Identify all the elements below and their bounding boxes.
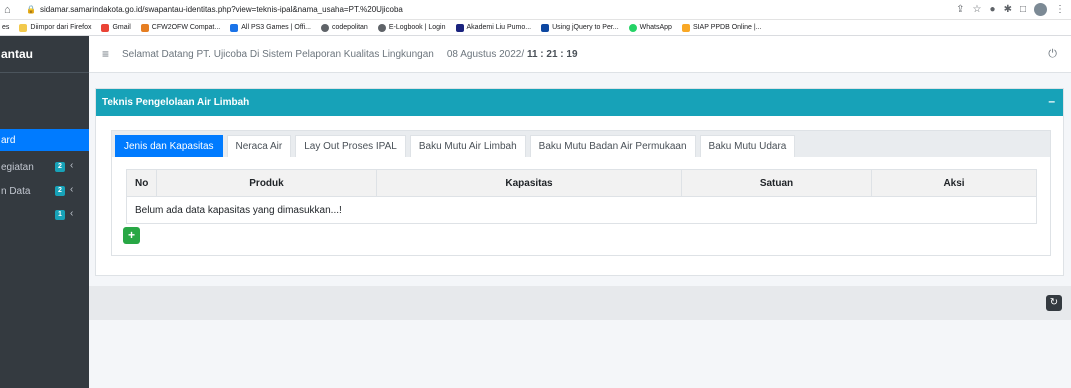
count-badge: 2 (55, 162, 65, 172)
sidebar-item-kegiatan[interactable]: egiatan 2 ‹ (0, 155, 89, 179)
column-header: Aksi (871, 169, 1037, 197)
window-icon[interactable]: □ (1020, 4, 1026, 15)
tab-neraca-air[interactable]: Neraca Air (226, 135, 292, 157)
tab-baku-mutu-air-limbah[interactable]: Baku Mutu Air Limbah (409, 135, 526, 157)
kapasitas-table: No Produk Kapasitas Satuan Aksi Belum ad… (126, 169, 1037, 224)
bookmark-item[interactable]: All PS3 Games | Offi... (230, 23, 311, 32)
tab-panel: Jenis dan Kapasitas Neraca Air Lay Out P… (111, 130, 1051, 256)
refresh-button[interactable]: ↻ (1046, 295, 1062, 311)
footer-band: ↻ (89, 286, 1071, 320)
sidebar-item-dashboard[interactable]: ard (0, 129, 89, 151)
count-badge: 1 (55, 210, 65, 220)
table-header-row: No Produk Kapasitas Satuan Aksi (126, 169, 1037, 197)
bookmark-icon (681, 23, 690, 32)
card-header: Teknis Pengelolaan Air Limbah – (96, 89, 1063, 116)
user-panel (0, 73, 89, 125)
power-icon[interactable]: ⏻ (1048, 48, 1057, 61)
card-title: Teknis Pengelolaan Air Limbah (102, 97, 250, 108)
browser-toolbar: ⌂ 🔒 sidamar.samarindakota.go.id/swapanta… (0, 0, 1071, 20)
menu-icon[interactable]: ⋮ (1055, 4, 1065, 15)
bookmark-item[interactable]: E-Logbook | Login (377, 23, 446, 32)
bookmark-item[interactable]: Using jQuery to Per... (541, 23, 619, 32)
column-header: Produk (156, 169, 377, 197)
bookmarks-bar: es Diimpor dari Firefox Gmail CFW2OFW Co… (0, 20, 1071, 36)
tab-baku-mutu-badan-air[interactable]: Baku Mutu Badan Air Permukaan (529, 135, 696, 157)
bookmark-item[interactable]: Diimpor dari Firefox (19, 23, 91, 32)
sidebar-item-label: egiatan (1, 161, 34, 173)
chevron-left-icon: ‹ (70, 208, 74, 219)
empty-message: Belum ada data kapasitas yang dimasukkan… (126, 196, 1037, 224)
puzzle-icon[interactable]: ✱ (1004, 4, 1012, 15)
bookmark-icon (230, 23, 239, 32)
column-header: Kapasitas (376, 169, 682, 197)
sidebar-item-label: ard (1, 134, 16, 146)
bookmark-item[interactable]: WhatsApp (628, 23, 672, 32)
bookmark-item[interactable]: es (2, 24, 9, 31)
column-header: Satuan (681, 169, 872, 197)
sidebar-item-data[interactable]: n Data 2 ‹ (0, 179, 89, 203)
brand-logo[interactable]: antau (0, 36, 89, 73)
collapse-icon[interactable]: – (1048, 94, 1055, 108)
browser-actions: ⇪ ☆ ● ✱ □ ⋮ (956, 3, 1065, 16)
bookmark-icon (541, 23, 550, 32)
sidebar-item-label: n Data (1, 185, 31, 197)
clock-text: 11 : 21 : 19 (526, 48, 578, 60)
tab-jenis-kapasitas[interactable]: Jenis dan Kapasitas (115, 135, 223, 157)
refresh-icon: ↻ (1049, 297, 1059, 308)
top-navbar: ≡ Selamat Datang PT. Ujicoba Di Sistem P… (89, 36, 1071, 73)
gmail-icon (101, 23, 110, 32)
chevron-left-icon: ‹ (70, 184, 74, 195)
globe-icon (377, 23, 386, 32)
tab-baku-mutu-udara[interactable]: Baku Mutu Udara (699, 135, 796, 157)
bookmark-icon (140, 23, 149, 32)
tab-bar: Jenis dan Kapasitas Neraca Air Lay Out P… (112, 131, 1050, 157)
chevron-left-icon: ‹ (70, 160, 74, 171)
count-badge: 2 (55, 186, 65, 196)
welcome-text: Selamat Datang PT. Ujicoba Di Sistem Pel… (122, 48, 434, 60)
bookmark-icon (455, 23, 464, 32)
bookmark-item[interactable]: Gmail (101, 23, 131, 32)
teknis-card: Teknis Pengelolaan Air Limbah – Jenis da… (95, 88, 1064, 276)
sidebar: antau ard egiatan 2 ‹ n Data 2 ‹ 1 ‹ (0, 36, 89, 388)
whatsapp-icon (628, 23, 637, 32)
address-bar[interactable]: sidamar.samarindakota.go.id/swapantau-id… (40, 5, 403, 14)
bookmark-item[interactable]: SIAP PPDB Online |... (681, 23, 762, 32)
column-header: No (126, 169, 157, 197)
lock-icon[interactable]: 🔒 (26, 5, 36, 14)
table-row: Belum ada data kapasitas yang dimasukkan… (126, 196, 1037, 224)
folder-icon (19, 23, 28, 32)
bookmark-item[interactable]: codepolitan (321, 23, 368, 32)
globe-icon (321, 23, 329, 32)
date-display: 08 Agustus 2022/ 11 : 21 : 19 (447, 49, 578, 60)
plus-icon: + (127, 228, 135, 242)
home-icon[interactable]: ⌂ (4, 4, 18, 16)
share-icon[interactable]: ⇪ (956, 4, 964, 15)
bookmark-item[interactable]: Akademi Liu Pumo... (455, 23, 531, 32)
star-icon[interactable]: ☆ (973, 4, 982, 15)
bookmark-item[interactable]: CFW2OFW Compat... (140, 23, 220, 32)
add-button[interactable]: + (123, 227, 140, 244)
extension-icon[interactable]: ● (990, 4, 996, 15)
date-text: 08 Agustus 2022/ (446, 48, 525, 60)
hamburger-icon[interactable]: ≡ (102, 47, 109, 61)
sidebar-item-other[interactable]: 1 ‹ (0, 203, 89, 227)
tab-layout-ipal[interactable]: Lay Out Proses IPAL (295, 135, 406, 157)
profile-avatar[interactable] (1034, 3, 1047, 16)
